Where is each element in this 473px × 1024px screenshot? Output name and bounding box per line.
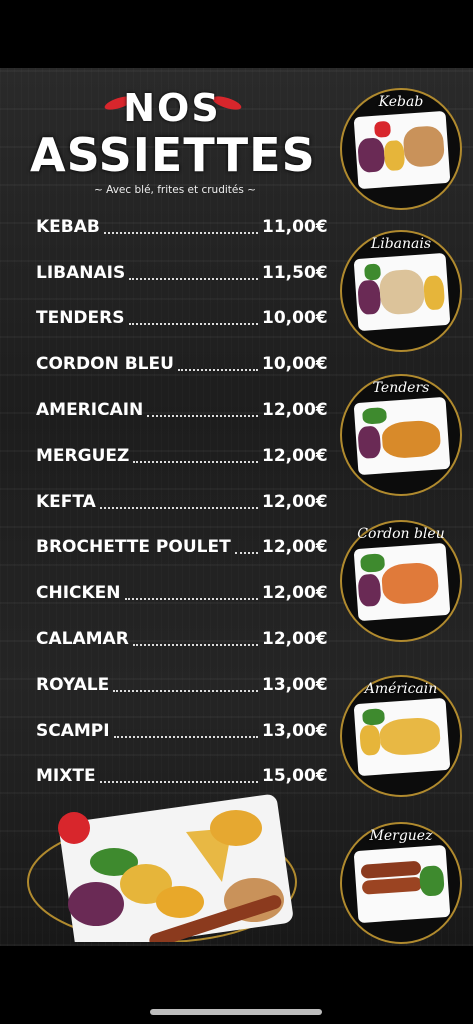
leader-dots (99, 506, 258, 509)
photo-label: Tenders (372, 380, 430, 396)
plate-image (353, 844, 451, 924)
mixed-plate-image (26, 792, 298, 952)
item-name: LIBANAIS (36, 262, 126, 283)
item-price: 12,00€ (262, 629, 328, 650)
leader-dots (124, 598, 258, 601)
menu-item: MERGUEZ 12,00€ (36, 433, 328, 479)
menu-item: CHICKEN 12,00€ (36, 570, 328, 616)
menu-item: CORDON BLEU 10,00€ (36, 341, 328, 387)
leader-dots (133, 460, 258, 463)
leader-dots (99, 781, 258, 784)
photo-label: Américain (364, 681, 438, 697)
title-nos: NOS (123, 86, 221, 130)
item-price: 13,00€ (262, 674, 328, 695)
item-name: SCAMPI (36, 720, 110, 741)
leader-dots (129, 277, 258, 280)
photo-cordon-bleu: Cordon bleu (340, 520, 462, 642)
menu-item: LIBANAIS 11,50€ (36, 250, 328, 296)
item-name: MERGUEZ (36, 445, 130, 466)
item-price: 12,00€ (262, 537, 328, 558)
leader-dots (128, 323, 258, 326)
item-price: 13,00€ (262, 720, 328, 741)
photo-merguez: Merguez (340, 822, 462, 944)
item-price: 12,00€ (262, 491, 328, 512)
plate-image (353, 542, 451, 622)
subtitle: ~ Avec blé, frites et crudités ~ (94, 184, 256, 196)
item-name: CHICKEN (36, 583, 121, 604)
item-price: 11,50€ (262, 262, 328, 283)
menu-item: KEFTA 12,00€ (36, 479, 328, 525)
photo-libanais: Libanais (340, 230, 462, 352)
menu-item: AMERICAIN 12,00€ (36, 387, 328, 433)
menu-item: ROYALE 13,00€ (36, 662, 328, 708)
photo-label: Kebab (378, 94, 424, 110)
item-price: 10,00€ (262, 308, 328, 329)
photo-kebab: Kebab (340, 88, 462, 210)
item-name: ROYALE (36, 674, 110, 695)
plate-image (353, 110, 451, 190)
menu-list: KEBAB 11,00€ LIBANAIS 11,50€ TENDERS 10,00€… (36, 204, 328, 799)
plate-image (353, 252, 451, 332)
item-price: 12,00€ (262, 583, 328, 604)
leader-dots (113, 735, 258, 738)
home-indicator[interactable] (150, 1009, 322, 1015)
menu-item: KEBAB 11,00€ (36, 204, 328, 250)
leader-dots (177, 369, 258, 372)
menu-item: SCAMPI 13,00€ (36, 708, 328, 754)
item-name: TENDERS (36, 308, 125, 329)
item-name: KEFTA (36, 491, 96, 512)
item-name: CALAMAR (36, 629, 129, 650)
item-price: 12,00€ (262, 400, 328, 421)
item-name: KEBAB (36, 216, 100, 237)
photo-americain: Américain (340, 675, 462, 797)
item-name: CORDON BLEU (36, 354, 174, 375)
leader-dots (113, 689, 258, 692)
leader-dots (103, 231, 258, 234)
item-name: AMERICAIN (36, 400, 144, 421)
menu-item: CALAMAR 12,00€ (36, 616, 328, 662)
item-name: BROCHETTE POULET (36, 537, 231, 558)
plate-image (353, 396, 451, 476)
item-price: 15,00€ (262, 766, 328, 787)
photo-label: Libanais (370, 236, 432, 252)
photo-label: Cordon bleu (357, 526, 445, 542)
page-title: ASSIETTES (30, 128, 316, 182)
plate-image (353, 697, 451, 777)
menu-item: TENDERS 10,00€ (36, 296, 328, 342)
item-price: 11,00€ (262, 216, 328, 237)
photo-label: Merguez (369, 828, 433, 844)
menu-item: BROCHETTE POULET 12,00€ (36, 525, 328, 571)
item-price: 10,00€ (262, 354, 328, 375)
leader-dots (234, 552, 258, 555)
leader-dots (147, 415, 258, 418)
photo-tenders: Tenders (340, 374, 462, 496)
item-price: 12,00€ (262, 445, 328, 466)
leader-dots (132, 644, 258, 647)
item-name: MIXTE (36, 766, 96, 787)
